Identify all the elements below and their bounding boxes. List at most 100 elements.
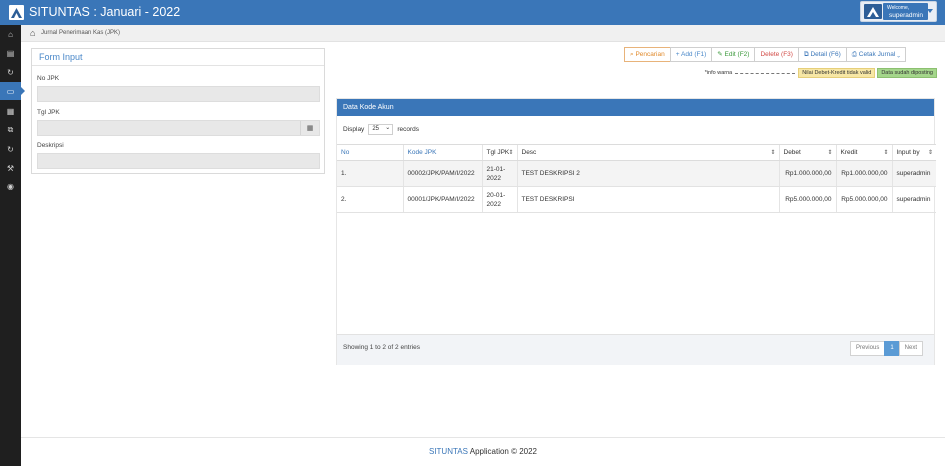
calendar-icon[interactable]: ▦ [300, 121, 319, 135]
invalid-badge: Nilai Debet-Kredit tidak valid [798, 68, 876, 78]
app-title: SITUNTAS : Januari - 2022 [29, 5, 181, 19]
col-kode-jpk[interactable]: Kode JPK [402, 144, 482, 161]
col-input-by[interactable]: Input by ⇕ [891, 144, 936, 161]
cell-kredit: Rp5.000.000,00 [835, 186, 892, 213]
cell-input-by: superadmin [891, 160, 936, 187]
action-toolbar: ⌕ Pencarian + Add (F1) ✎ Edit (F2) Delet… [624, 47, 907, 62]
col-kredit[interactable]: Kredit ⇕ [835, 144, 892, 161]
delete-button[interactable]: Delete (F3) [754, 47, 799, 62]
sync-icon: ↻ [7, 144, 14, 154]
no-jpk-label: No JPK [37, 75, 60, 82]
col-no[interactable]: No [337, 144, 403, 161]
edit-icon: ✎ [717, 51, 723, 58]
legend-divider [735, 72, 796, 74]
posted-badge: Data sudah diposting [877, 68, 937, 78]
table-row[interactable]: 2. 00001/JPK/PAM/I/2022 20-01-2022 TEST … [337, 186, 936, 213]
search-button[interactable]: ⌕ Pencarian [624, 47, 671, 62]
circle-arrow-icon: ◉ [7, 181, 14, 191]
journal-table: No Kode JPK Tgl JPK ⇕ Desc ⇕ Debet ⇕ Kredit… [337, 144, 936, 213]
cell-no: 1. [337, 160, 403, 187]
sidebar-item-sync[interactable]: ↻ [0, 140, 21, 158]
table-row[interactable]: 1. 00002/JPK/PAM/I/2022 21-01-2022 TEST … [337, 160, 936, 187]
no-jpk-field[interactable] [37, 86, 320, 102]
search-button-label: Pencarian [635, 51, 665, 58]
sort-icon: ⇕ [883, 150, 889, 156]
col-desc-label: Desc [521, 149, 537, 156]
home-icon: ⌂ [8, 29, 13, 39]
records-per-page-value: 25 [372, 126, 379, 132]
detail-button[interactable]: ⧉ Detail (F6) [797, 47, 847, 62]
col-debet[interactable]: Debet ⇕ [778, 144, 836, 161]
caret-down-icon: ⌄ [897, 51, 901, 58]
sidebar-item-cash[interactable]: ▭ [0, 82, 25, 100]
tgl-jpk-field[interactable]: ▦ [37, 120, 320, 136]
user-logo-icon [864, 4, 882, 19]
home-icon[interactable]: ⌂ [30, 28, 35, 38]
breadcrumb: ⌂ Jurnal Penerimaan Kas (JPK) [21, 25, 945, 42]
edit-button-label: Edit (F2) [724, 51, 750, 58]
col-kode-label: Kode JPK [407, 149, 437, 156]
sidebar-item-settings[interactable]: ⚒ [0, 159, 21, 177]
page-footer: SITUNTAS Application © 2022 [21, 437, 945, 466]
sort-icon: ⇕ [927, 150, 933, 156]
footer-text: Application © 2022 [469, 447, 538, 456]
cell-desc: TEST DESKRIPSI [516, 186, 779, 213]
previous-page-button[interactable]: Previous [849, 341, 886, 356]
col-kredit-label: Kredit [840, 149, 858, 156]
data-table-panel: Data Kode Akun Display 25 records No Kod… [336, 98, 936, 365]
app-logo-icon [9, 5, 24, 20]
deskripsi-label: Deskripsi [37, 142, 64, 149]
external-link-icon: ⧉ [803, 51, 809, 58]
cell-kode: 00002/JPK/PAM/I/2022 [402, 160, 482, 187]
sort-icon: ⇕ [770, 150, 776, 156]
print-icon: ⎙ [851, 51, 857, 58]
detail-button-label: Detail (F6) [810, 51, 841, 58]
user-welcome: Welcome, [887, 5, 910, 11]
records-label: records [397, 126, 419, 133]
sort-icon: ⇕ [827, 150, 833, 156]
footer-brand: SITUNTAS [428, 447, 468, 456]
col-debet-label: Debet [783, 149, 801, 156]
records-per-page-select[interactable]: 25 [368, 124, 394, 135]
entries-info: Showing 1 to 2 of 2 entries [343, 344, 420, 351]
sidebar-item-copy[interactable]: ⧉ [0, 121, 21, 139]
col-desc[interactable]: Desc ⇕ [516, 144, 779, 161]
cell-no: 2. [337, 186, 403, 213]
col-input-by-label: Input by [896, 149, 920, 156]
print-journal-button[interactable]: ⎙ Cetak Jurnal ⌄ [845, 47, 907, 62]
cell-desc: TEST DESKRIPSI 2 [516, 160, 779, 187]
search-icon: ⌕ [630, 51, 634, 58]
sort-icon: ⇕ [508, 150, 514, 156]
form-title: Form Input [32, 49, 324, 66]
page-1-button[interactable]: 1 [884, 341, 900, 356]
col-no-label: No [341, 149, 350, 156]
copy-icon: ⧉ [7, 125, 14, 134]
sidebar-item-refresh[interactable]: ↻ [0, 63, 21, 81]
sidebar-item-home[interactable]: ⌂ [0, 25, 21, 43]
cell-tgl: 21-01-2022 [481, 160, 517, 187]
table-title: Data Kode Akun [337, 99, 934, 116]
clipboard-icon: ▤ [6, 48, 15, 58]
edit-button[interactable]: ✎ Edit (F2) [711, 47, 756, 62]
sidebar-collapse-toggle[interactable]: ◉ [0, 177, 21, 195]
caret-down-icon [927, 9, 933, 13]
user-menu[interactable]: Welcome, superadmin [860, 1, 937, 22]
sidebar: ⌂ ▤ ↻ ▭ ▦ ⧉ ↻ ⚒ ◉ [0, 25, 25, 466]
refresh-icon: ↻ [7, 67, 14, 77]
calculator-icon: ▦ [6, 106, 15, 116]
cell-tgl: 20-01-2022 [481, 186, 517, 213]
cell-debet: Rp1.000.000,00 [778, 160, 836, 187]
sidebar-item-clipboard[interactable]: ▤ [0, 44, 21, 62]
display-label: Display [343, 126, 365, 133]
sidebar-item-calculator[interactable]: ▦ [0, 102, 21, 120]
top-header: SITUNTAS : Januari - 2022 Welcome, super… [0, 0, 945, 25]
cell-kode: 00001/JPK/PAM/I/2022 [402, 186, 482, 213]
color-legend: *info warna Nilai Debet-Kredit tidak val… [705, 68, 937, 78]
next-page-button[interactable]: Next [898, 341, 923, 356]
wrench-icon: ⚒ [6, 163, 15, 173]
col-tgl-jpk[interactable]: Tgl JPK ⇕ [481, 144, 517, 161]
pagination: Previous 1 Next [849, 341, 923, 356]
deskripsi-field[interactable] [37, 153, 320, 169]
cell-input-by: superadmin [891, 186, 936, 213]
add-button[interactable]: + Add (F1) [669, 47, 713, 62]
